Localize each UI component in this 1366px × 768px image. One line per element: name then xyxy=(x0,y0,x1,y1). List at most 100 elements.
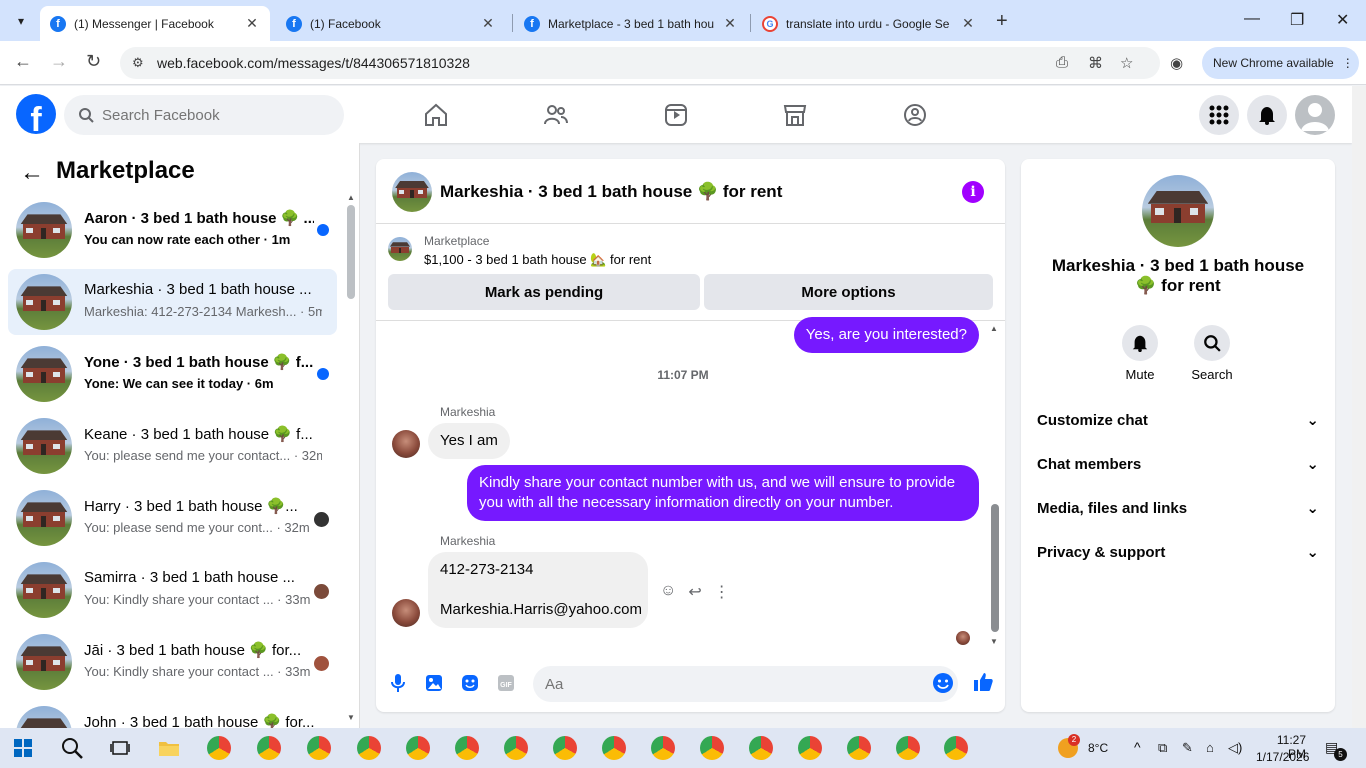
facebook-search[interactable] xyxy=(64,95,344,135)
friends-icon[interactable] xyxy=(543,102,569,128)
chrome-app-icon[interactable] xyxy=(207,736,231,760)
facebook-logo-icon[interactable]: f xyxy=(16,94,56,134)
close-window-button[interactable]: ✕ xyxy=(1336,10,1349,30)
sender-avatar[interactable] xyxy=(392,430,420,458)
video-icon[interactable] xyxy=(663,102,689,128)
mark-as-pending-button[interactable]: Mark as pending xyxy=(388,274,700,310)
chrome-app-icon[interactable] xyxy=(847,736,871,760)
chat-scrollbar-thumb[interactable] xyxy=(991,504,999,632)
wifi-icon[interactable]: ⌂ xyxy=(1206,740,1214,755)
groups-icon[interactable] xyxy=(902,102,928,128)
translate-icon[interactable]: ⌘ xyxy=(1088,54,1103,72)
reply-icon[interactable]: ↩ xyxy=(688,582,701,602)
message-bubble-incoming[interactable]: 412-273-2134 Markeshia.Harris@yahoo.com xyxy=(428,552,648,628)
site-info-icon[interactable]: ⚙ xyxy=(132,55,144,71)
file-explorer-icon[interactable] xyxy=(158,737,180,759)
home-icon[interactable] xyxy=(423,102,449,128)
close-icon[interactable]: ✕ xyxy=(480,15,496,32)
address-bar[interactable]: ⚙ web.facebook.com/messages/t/8443065718… xyxy=(120,47,1160,79)
mute-button[interactable]: Mute xyxy=(1110,325,1170,382)
more-options-button[interactable]: More options xyxy=(704,274,993,310)
sticker-icon[interactable] xyxy=(460,673,480,693)
sender-avatar[interactable] xyxy=(392,599,420,627)
close-icon[interactable]: ✕ xyxy=(722,15,738,32)
tab-messenger[interactable]: f (1) Messenger | Facebook ✕ xyxy=(40,6,270,41)
emoji-react-icon[interactable]: ☺ xyxy=(660,582,676,602)
search-input[interactable] xyxy=(102,106,302,124)
section-media-files-links[interactable]: Media, files and links ⌄ xyxy=(1037,486,1319,530)
weather-temperature[interactable]: 8°C xyxy=(1088,741,1108,755)
minimize-button[interactable]: — xyxy=(1244,10,1260,28)
chrome-app-icon[interactable] xyxy=(257,736,281,760)
scroll-up-arrow-icon[interactable]: ▲ xyxy=(347,193,355,202)
back-arrow-icon[interactable]: ← xyxy=(20,159,44,187)
search-icon[interactable] xyxy=(61,737,83,759)
more-icon[interactable]: ⋮ xyxy=(714,582,730,602)
emoji-icon[interactable] xyxy=(932,672,954,694)
chrome-app-icon[interactable] xyxy=(602,736,626,760)
chrome-app-icon[interactable] xyxy=(406,736,430,760)
chrome-app-icon[interactable] xyxy=(944,736,968,760)
notifications-button[interactable] xyxy=(1247,95,1287,135)
thumbs-up-icon[interactable] xyxy=(972,671,994,693)
info-icon[interactable]: i xyxy=(962,181,984,203)
message-bubble-outgoing[interactable]: Kindly share your contact number with us… xyxy=(467,465,979,521)
chevron-up-icon[interactable]: ^ xyxy=(1134,739,1141,755)
scroll-up-arrow-icon[interactable]: ▲ xyxy=(990,324,998,333)
chrome-app-icon[interactable] xyxy=(357,736,381,760)
windows-start-icon[interactable] xyxy=(14,739,32,757)
network-icon[interactable]: ⧉ xyxy=(1158,740,1167,756)
volume-icon[interactable]: ◁) xyxy=(1228,740,1242,756)
tab-search-button[interactable]: ▾ xyxy=(10,10,32,32)
section-chat-members[interactable]: Chat members ⌄ xyxy=(1037,442,1319,486)
tab-marketplace[interactable]: f Marketplace - 3 bed 1 bath hou ✕ xyxy=(514,6,748,41)
chrome-app-icon[interactable] xyxy=(798,736,822,760)
chrome-app-icon[interactable] xyxy=(749,736,773,760)
chrome-app-icon[interactable] xyxy=(700,736,724,760)
chrome-app-icon[interactable] xyxy=(896,736,920,760)
conversation-item[interactable]: Markeshia · 3 bed 1 bath house ... Marke… xyxy=(8,269,337,335)
search-in-conversation-button[interactable]: Search xyxy=(1182,325,1242,382)
install-app-icon[interactable]: ⎙ xyxy=(1056,54,1068,71)
gif-icon[interactable]: GIF xyxy=(496,673,516,693)
conversation-item[interactable]: Jāi · 3 bed 1 bath house 🌳 for... You: K… xyxy=(8,629,337,695)
marketplace-icon[interactable] xyxy=(782,102,808,128)
tab-google-search[interactable]: G translate into urdu - Google Se ✕ xyxy=(752,6,986,41)
close-icon[interactable]: ✕ xyxy=(244,15,260,32)
message-input[interactable] xyxy=(533,666,958,702)
message-bubble-outgoing[interactable]: Yes, are you interested? xyxy=(793,317,979,353)
new-chrome-available-button[interactable]: New Chrome available ⋮ xyxy=(1202,47,1359,79)
chrome-app-icon[interactable] xyxy=(651,736,675,760)
menu-grid-button[interactable] xyxy=(1199,95,1239,135)
back-button[interactable]: ← xyxy=(14,51,32,72)
account-avatar[interactable] xyxy=(1295,95,1335,135)
chrome-app-icon[interactable] xyxy=(455,736,479,760)
conversation-item[interactable]: John · 3 bed 1 bath house 🌳 for... xyxy=(8,701,337,728)
bookmark-star-icon[interactable]: ☆ xyxy=(1120,54,1133,72)
microphone-icon[interactable] xyxy=(388,673,408,693)
conversation-item[interactable]: Yone · 3 bed 1 bath house 🌳 f... Yone: W… xyxy=(8,341,337,407)
conversation-item[interactable]: Samirra · 3 bed 1 bath house ... You: Ki… xyxy=(8,557,337,623)
conversation-item[interactable]: Harry · 3 bed 1 bath house 🌳... You: ple… xyxy=(8,485,337,551)
forward-button[interactable]: → xyxy=(50,51,68,72)
scroll-down-arrow-icon[interactable]: ▼ xyxy=(347,713,355,722)
close-icon[interactable]: ✕ xyxy=(960,15,976,32)
task-view-icon[interactable] xyxy=(110,738,130,758)
conversation-item[interactable]: Aaron · 3 bed 1 bath house 🌳 ... You can… xyxy=(8,197,337,263)
sidebar-scrollbar-thumb[interactable] xyxy=(347,205,355,299)
new-tab-button[interactable]: + xyxy=(996,10,1008,33)
reload-button[interactable]: ↻ xyxy=(86,51,101,72)
page-scrollbar[interactable] xyxy=(1352,86,1366,728)
conversation-item[interactable]: Keane · 3 bed 1 bath house 🌳 f... You: p… xyxy=(8,413,337,479)
scroll-down-arrow-icon[interactable]: ▼ xyxy=(990,637,998,646)
section-privacy-support[interactable]: Privacy & support ⌄ xyxy=(1037,530,1319,574)
section-customize-chat[interactable]: Customize chat ⌄ xyxy=(1037,398,1319,442)
clock-date[interactable]: 1/17/2026 xyxy=(1256,750,1309,764)
chat-title[interactable]: Markeshia · 3 bed 1 bath house 🌳 for ren… xyxy=(440,182,782,202)
message-bubble-incoming[interactable]: Yes I am xyxy=(428,423,510,459)
restore-button[interactable]: ❐ xyxy=(1290,10,1304,30)
chrome-app-icon[interactable] xyxy=(553,736,577,760)
listing-title[interactable]: $1,100 - 3 bed 1 bath house 🏡 for rent xyxy=(424,252,651,268)
more-menu-icon[interactable]: ⋮ xyxy=(1342,56,1354,70)
tab-facebook[interactable]: f (1) Facebook ✕ xyxy=(276,6,506,41)
